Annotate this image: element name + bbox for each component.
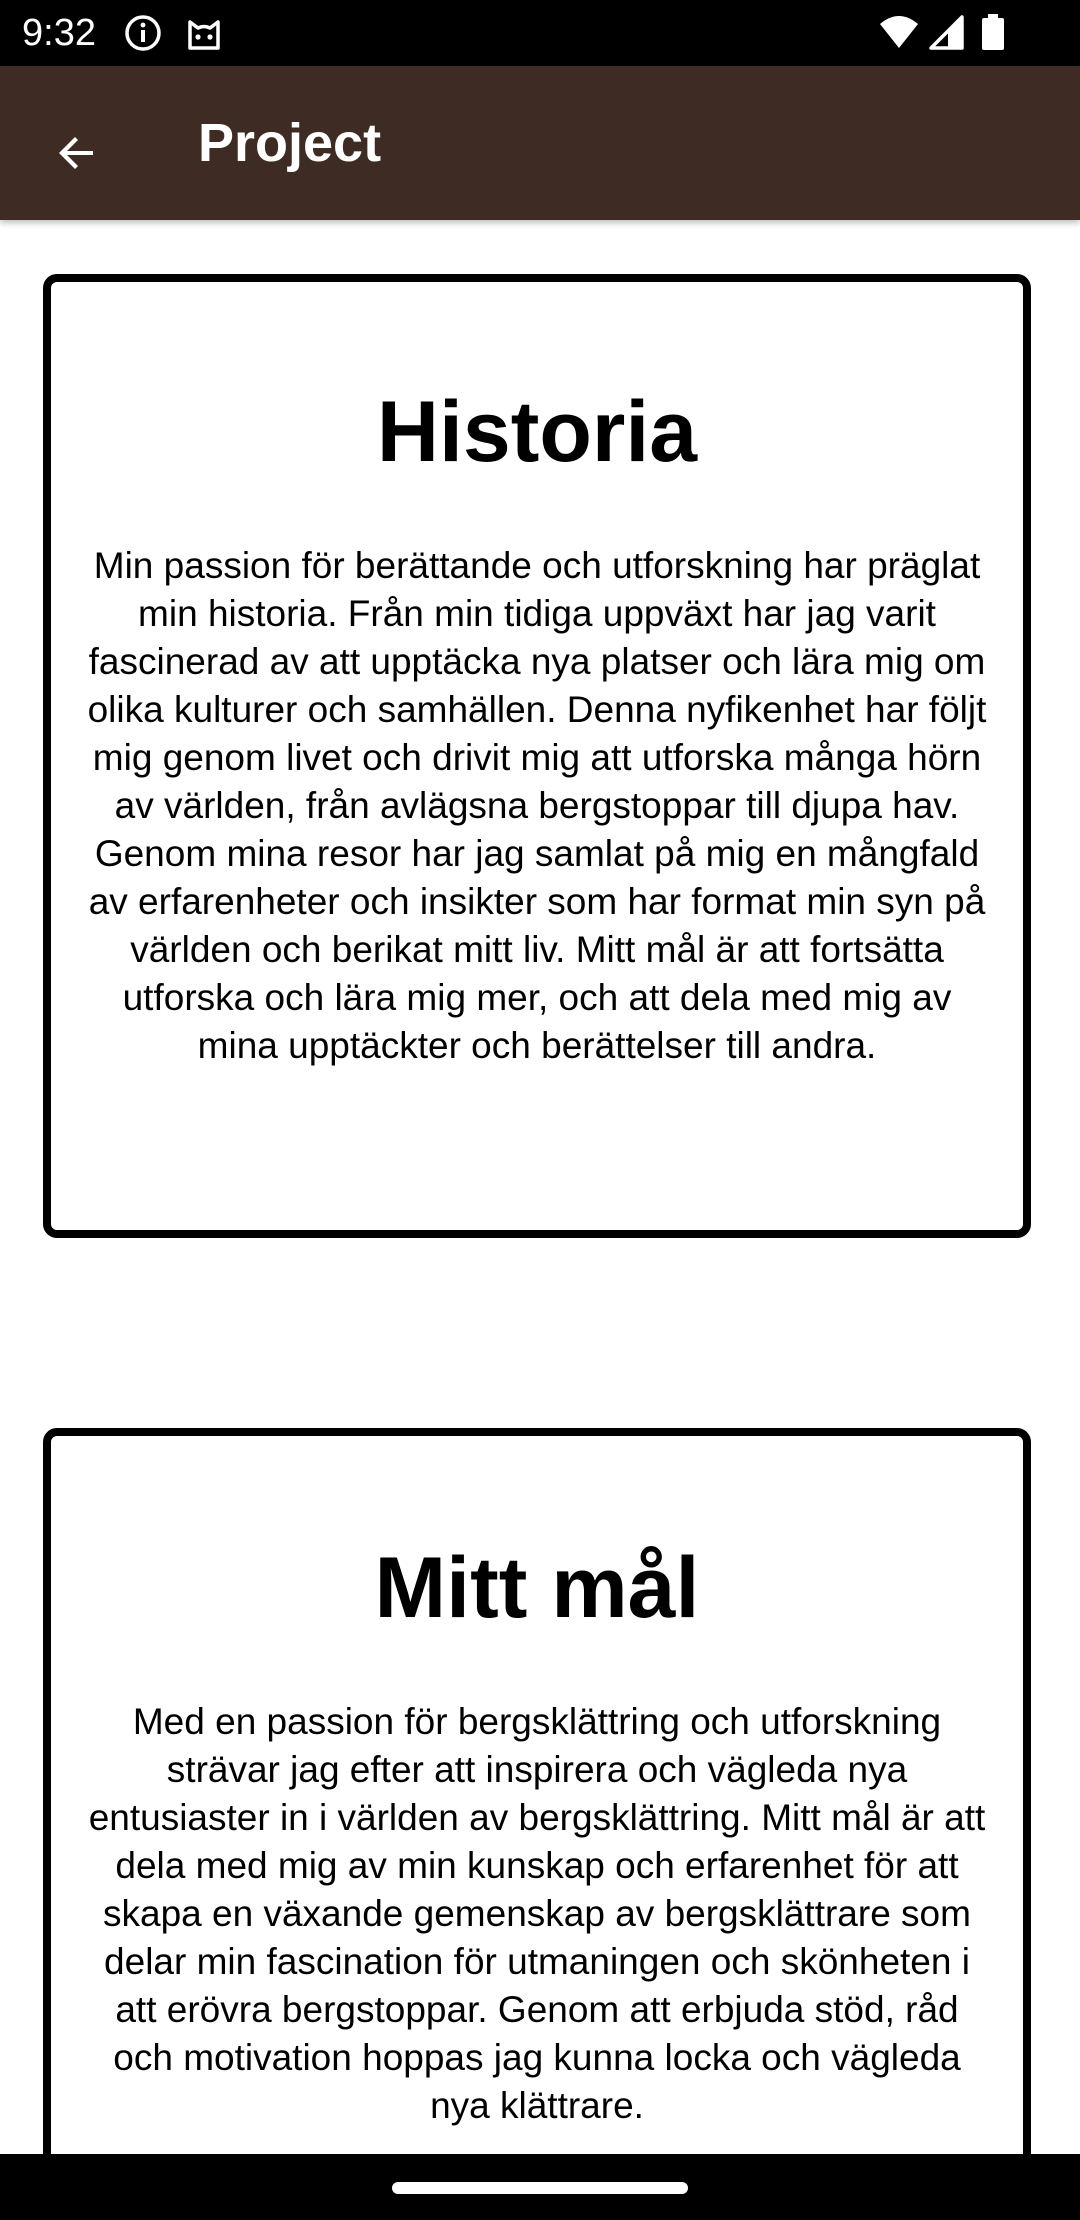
card-body: Med en passion för bergsklättring och ut… [88,1701,986,2126]
cat-face-icon [185,14,223,52]
status-bar: 9:32 [0,0,1080,66]
card-title: Mitt mål [374,1540,700,1636]
home-gesture-handle[interactable] [392,2182,688,2194]
status-time: 9:32 [22,12,96,54]
navigation-bar [0,2154,1080,2220]
back-button[interactable] [40,116,114,190]
battery-icon [980,14,1006,52]
wifi-icon [878,14,920,52]
signal-icon [928,14,966,52]
goal-card: Mitt mål Med en passion för bergsklättri… [43,1428,1031,2154]
card-title: Historia [376,384,698,480]
history-card: Historia Min passion för berättande och … [43,274,1031,1238]
content-scroll[interactable]: Historia Min passion för berättande och … [0,220,1080,2154]
app-bar: Project [0,66,1080,220]
arrow-left-icon [59,137,93,169]
card-body: Min passion för berättande och utforskni… [87,545,987,1066]
info-icon [124,14,162,52]
page-title: Project [198,113,382,173]
